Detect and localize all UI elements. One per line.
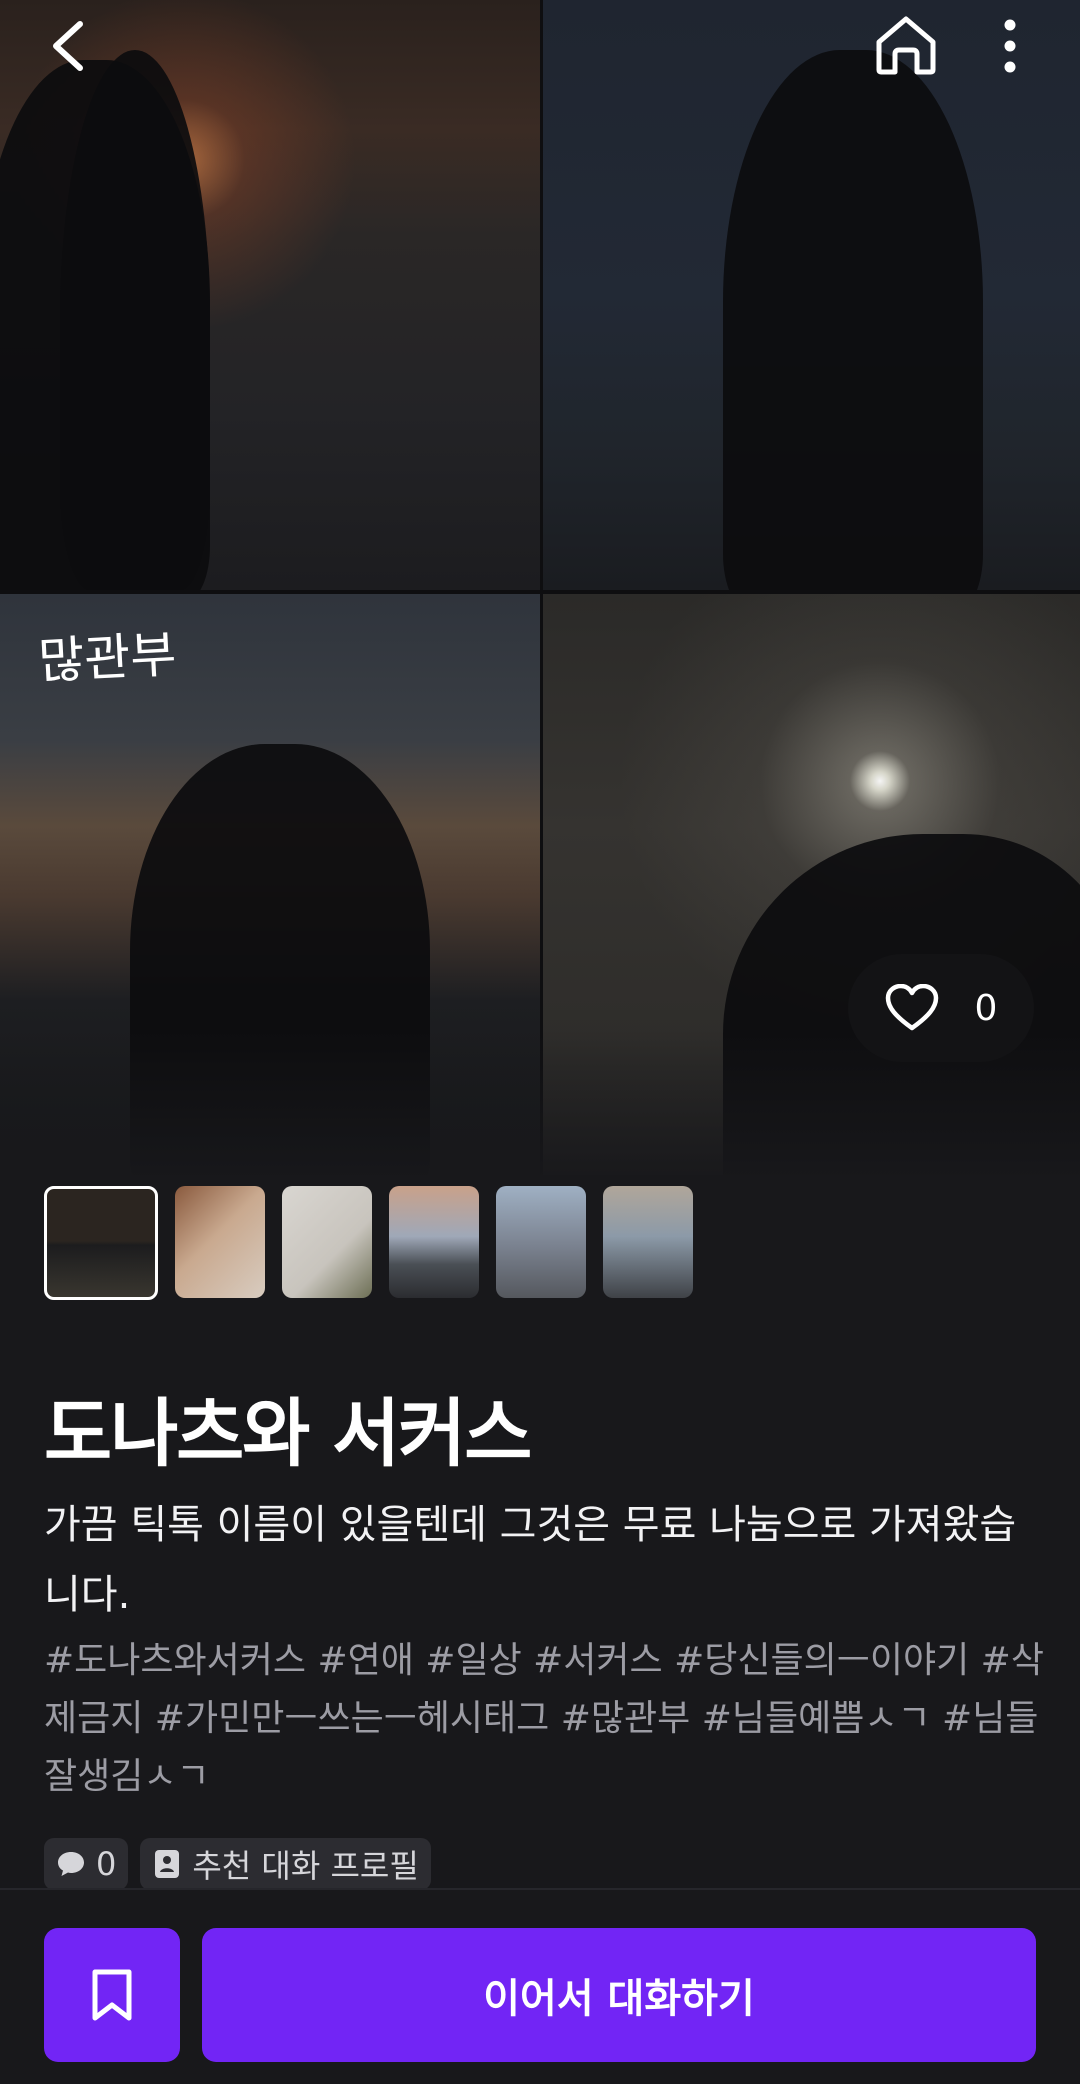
more-options-button[interactable] <box>990 14 1030 78</box>
gallery-thumbnail[interactable] <box>44 1186 158 1300</box>
info-chips: 0 추천 대화 프로필 <box>44 1838 431 1890</box>
chevron-left-icon <box>53 21 83 71</box>
continue-chat-button[interactable]: 이어서 대화하기 <box>202 1928 1036 2062</box>
bookmark-icon <box>92 1969 132 2021</box>
back-button[interactable] <box>36 14 100 78</box>
comment-count: 0 <box>96 1845 117 1883</box>
hero-overlay-text: 많관부 <box>36 625 178 691</box>
home-icon <box>876 16 936 75</box>
heart-outline-icon <box>885 984 938 1031</box>
like-count: 0 <box>974 987 998 1029</box>
recommended-profile-chip[interactable]: 추천 대화 프로필 <box>140 1838 431 1890</box>
home-button[interactable] <box>866 10 946 80</box>
like-button[interactable]: 0 <box>848 954 1034 1062</box>
gallery-thumbnail[interactable] <box>282 1186 372 1298</box>
character-description: 가끔 틱톡 이름이 있을텐데 그것은 무료 나눔으로 가져왔습니다. <box>44 1502 1017 1618</box>
gallery-thumbnail[interactable] <box>389 1186 479 1298</box>
collage-photo-harbor <box>543 0 1080 590</box>
gallery-thumbnail[interactable] <box>175 1186 265 1298</box>
recommended-profile-label: 추천 대화 프로필 <box>192 1847 419 1885</box>
hashtag-list: #도나츠와서커스 #연애 #일상 #서커스 #당신들의ㅡ이야기 #삭제금지 #가… <box>44 1640 1044 1797</box>
gallery-thumbnail-strip <box>44 1186 693 1300</box>
profile-card-icon <box>155 1850 180 1878</box>
collage-photo-sunset-beach <box>0 0 540 590</box>
character-title: 도나츠와 서커스 <box>44 1391 532 1477</box>
comment-count-chip[interactable]: 0 <box>44 1838 129 1890</box>
gallery-thumbnail[interactable] <box>603 1186 693 1298</box>
bookmark-button[interactable] <box>44 1928 180 2062</box>
gallery-thumbnail[interactable] <box>496 1186 586 1298</box>
speech-bubble-icon <box>58 1852 84 1876</box>
more-vertical-icon <box>1004 19 1016 73</box>
